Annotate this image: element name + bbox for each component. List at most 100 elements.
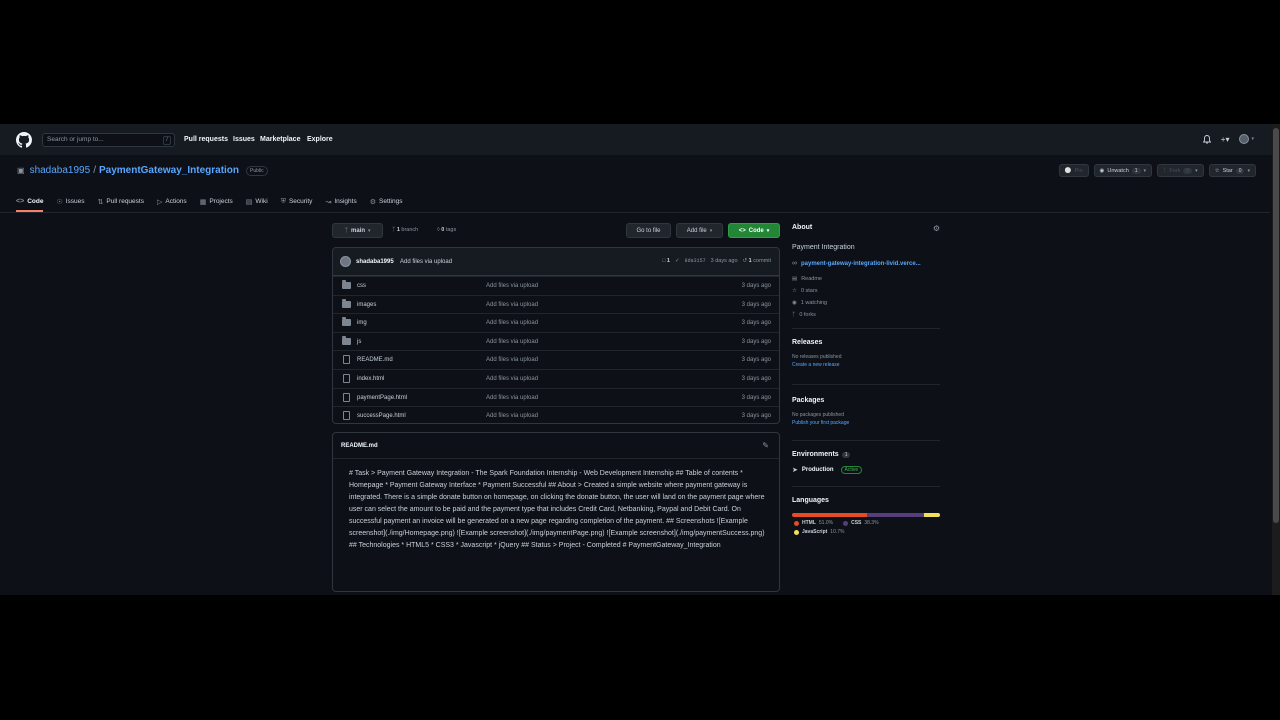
nav-explore[interactable]: Explore xyxy=(307,136,333,143)
tab-label: Code xyxy=(27,198,44,205)
language-color-dot xyxy=(794,529,799,535)
branch-selector[interactable]: ᛉ main ▾ xyxy=(332,223,383,238)
create-new-icon[interactable]: +▾ xyxy=(1221,135,1230,144)
commit-hash[interactable]: 8da3157 xyxy=(685,258,706,264)
forks-link[interactable]: ᛉ0 forks xyxy=(792,312,940,318)
file-commit-message[interactable]: Add files via upload xyxy=(486,339,538,345)
file-commit-message[interactable]: Add files via upload xyxy=(486,395,538,401)
fork-button[interactable]: ᛉ Fork 0 ▾ xyxy=(1157,164,1204,177)
file-name[interactable]: js xyxy=(357,339,361,345)
file-name[interactable]: README.md xyxy=(357,357,393,363)
comment-link[interactable]: □ 1 xyxy=(662,258,670,264)
language-html[interactable]: HTML 51.0% xyxy=(794,520,833,526)
no-packages-text: No packages published xyxy=(792,412,844,418)
releases-heading[interactable]: Releases xyxy=(792,339,940,346)
commit-message[interactable]: Add files via upload xyxy=(400,259,452,265)
issue-icon: ☉ xyxy=(56,198,63,206)
language-color-dot xyxy=(843,520,849,526)
tab-actions[interactable]: ▷ Actions xyxy=(157,192,187,211)
unwatch-button[interactable]: ◉ Unwatch 1 ▾ xyxy=(1093,164,1153,177)
nav-pull-requests[interactable]: Pull requests xyxy=(184,136,228,143)
readme-link[interactable]: ▤ Readme xyxy=(792,276,940,282)
file-name[interactable]: index.html xyxy=(357,376,384,382)
file-name[interactable]: css xyxy=(357,283,366,289)
packages-heading[interactable]: Packages xyxy=(792,397,940,404)
language-css[interactable]: CSS 38.3% xyxy=(843,520,879,526)
tab-wiki[interactable]: ▤ Wiki xyxy=(246,192,268,211)
readme-title[interactable]: README.md xyxy=(341,443,378,449)
graph-icon: ↝ xyxy=(325,198,332,206)
readme-header: README.md ✎ xyxy=(333,433,779,459)
environments-heading[interactable]: Environments 1 xyxy=(792,451,940,458)
tab-label: Insights xyxy=(334,198,357,205)
go-to-file-button[interactable]: Go to file xyxy=(626,223,671,238)
gear-icon[interactable]: ⚙ xyxy=(933,224,940,233)
create-release-link[interactable]: Create a new release xyxy=(792,362,940,368)
tab-insights[interactable]: ↝ Insights xyxy=(325,192,356,211)
scrollbar[interactable] xyxy=(1272,124,1280,595)
nav-issues[interactable]: Issues xyxy=(233,136,255,143)
publish-package-link[interactable]: Publish your first package xyxy=(792,420,940,426)
environment-item[interactable]: ➤ Production Active xyxy=(792,466,940,474)
latest-commit-bar: shadaba1995 Add files via upload □ 1 ✓ 8… xyxy=(333,248,779,276)
tab-pull-requests[interactable]: ⇅ Pull requests xyxy=(98,192,144,211)
pencil-icon[interactable]: ✎ xyxy=(762,441,769,450)
file-row[interactable]: successPage.html Add files via upload 3 da… xyxy=(333,406,779,423)
repo-name-link[interactable]: PaymentGateway_Integration xyxy=(99,165,239,176)
branches-link[interactable]: ᛉ 1 branch xyxy=(392,227,418,233)
add-file-label: Add file xyxy=(686,227,707,234)
search-shortcut-key: / xyxy=(163,136,171,145)
user-menu[interactable]: ▾ xyxy=(1239,134,1254,144)
file-commit-message[interactable]: Add files via upload xyxy=(486,376,538,382)
scrollbar-thumb[interactable] xyxy=(1273,128,1279,523)
nav-marketplace[interactable]: Marketplace xyxy=(260,136,300,143)
check-icon: ✓ xyxy=(674,258,680,264)
pin-button[interactable]: ⚪ Pin xyxy=(1058,164,1089,177)
file-commit-message[interactable]: Add files via upload xyxy=(486,302,538,308)
tab-code[interactable]: <> Code xyxy=(16,192,44,212)
stars-link[interactable]: ☆ 0 stars xyxy=(792,288,940,294)
file-name[interactable]: successPage.html xyxy=(357,413,406,419)
file-row[interactable]: css Add files via upload 3 days ago xyxy=(333,276,779,295)
file-row[interactable]: paymentPage.html Add files via upload 3 da… xyxy=(333,387,779,407)
file-name[interactable]: img xyxy=(357,320,367,326)
folder-icon xyxy=(342,335,351,345)
file-row[interactable]: images Add files via upload 3 days ago xyxy=(333,294,779,314)
homepage-link[interactable]: payment-gateway-integration-livid.verce.… xyxy=(801,261,921,267)
file-commit-message[interactable]: Add files via upload xyxy=(486,283,538,289)
repo-owner-link[interactable]: shadaba1995 xyxy=(30,165,91,176)
bell-icon[interactable] xyxy=(1202,134,1211,144)
search-input[interactable]: Search or jump to... / xyxy=(42,133,175,147)
file-commit-message[interactable]: Add files via upload xyxy=(486,413,538,419)
tab-label: Security xyxy=(288,198,313,205)
forks-label: 0 forks xyxy=(799,312,816,318)
file-row[interactable]: js Add files via upload 3 days ago xyxy=(333,331,779,351)
tab-settings[interactable]: ⚙ Settings xyxy=(370,192,403,211)
wiki-icon: ▤ xyxy=(245,198,253,206)
tab-security[interactable]: ⛨ Security xyxy=(281,192,313,211)
file-row[interactable]: index.html Add files via upload 3 days ago xyxy=(333,368,779,388)
tags-link[interactable]: ◊ 0 tags xyxy=(437,227,456,233)
repo-separator: / xyxy=(93,165,96,176)
watching-link[interactable]: ◉ 1 watching xyxy=(792,300,940,306)
github-logo-icon[interactable] xyxy=(16,132,32,148)
avatar[interactable] xyxy=(340,256,351,267)
code-button[interactable]: <> Code ▾ xyxy=(728,223,780,238)
commits-link[interactable]: ↺ 1 commit xyxy=(743,258,771,264)
tab-projects[interactable]: ▦ Projects xyxy=(200,192,233,211)
watch-count: 1 xyxy=(1131,167,1141,174)
add-file-button[interactable]: Add file ▾ xyxy=(676,223,723,238)
file-name[interactable]: paymentPage.html xyxy=(357,395,407,401)
star-label: Star xyxy=(1222,167,1233,174)
file-row[interactable]: img Add files via upload 3 days ago xyxy=(333,313,779,332)
file-name[interactable]: images xyxy=(357,302,376,308)
file-row[interactable]: README.md Add files via upload 3 days ago xyxy=(333,350,779,369)
language-percent: 10.7% xyxy=(830,529,845,535)
commit-author[interactable]: shadaba1995 xyxy=(356,259,394,265)
file-commit-message[interactable]: Add files via upload xyxy=(486,357,538,363)
star-button[interactable]: ☆ Star 0 ▾ xyxy=(1208,164,1256,177)
language-javascript[interactable]: JavaScript 10.7% xyxy=(794,529,844,535)
tab-issues[interactable]: ☉ Issues xyxy=(56,192,84,211)
repo-tabs: <> Code ☉ Issues ⇅ Pull requests ▷ Actions ▦… xyxy=(16,192,403,212)
file-commit-message[interactable]: Add files via upload xyxy=(486,320,538,326)
